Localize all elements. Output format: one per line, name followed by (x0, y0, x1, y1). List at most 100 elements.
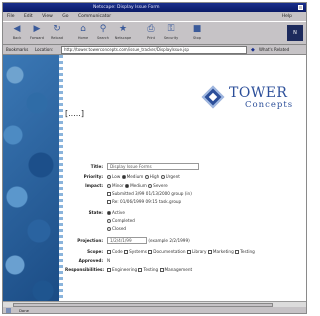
status-bar: Done (3, 307, 306, 314)
browser-brand-icon: N (287, 25, 303, 41)
menu-bar: File Edit View Go Communicator Help (3, 12, 306, 21)
responsibilities-label: Responsibilities: (65, 267, 105, 272)
location-label: Location: (35, 47, 54, 52)
scope-systems-label: Systems (129, 249, 147, 254)
scope-systems-checkbox[interactable] (124, 250, 129, 254)
title-label: Title: (90, 164, 103, 169)
priority-low-radio[interactable] (107, 175, 111, 179)
url-field[interactable]: http://tower.towerconcepts.com/issue_tra… (61, 46, 247, 54)
impact-medium-radio[interactable] (125, 184, 130, 188)
tower-concepts-logo: TOWER Concepts (201, 85, 301, 115)
whats-related-button[interactable]: What's Related (259, 45, 289, 55)
banner-edge (59, 55, 63, 301)
scope-testing-checkbox[interactable] (235, 250, 240, 254)
impact-minor-radio[interactable] (107, 184, 111, 188)
approved-value: N (107, 258, 111, 263)
scope-marketing-label: Marketing (212, 249, 234, 254)
netscape-button[interactable]: ★ Netscape (113, 24, 133, 44)
impact-detail-checkbox-2[interactable] (107, 200, 111, 204)
projection-input[interactable]: 1/2/4/1/99 (107, 237, 147, 244)
resp-engineering-checkbox[interactable] (107, 268, 111, 272)
priority-urgent-radio[interactable] (160, 175, 165, 179)
status-text: Done (19, 308, 29, 313)
security-button[interactable]: ⚿ Security (161, 24, 181, 44)
print-icon: ⎙ (147, 24, 155, 34)
menu-view[interactable]: View (42, 14, 53, 19)
state-active-radio[interactable] (107, 211, 111, 215)
impact-detail-text-1: Submitted 3/99 01/13/2000 group (in) (112, 191, 192, 196)
menu-help[interactable]: Help (282, 12, 292, 21)
scope-label: Scope: (87, 249, 103, 254)
scope-testing-label: Testing (240, 249, 255, 254)
impact-severe-label: Severe (153, 183, 168, 188)
scope-documentation-label: Documentation (153, 249, 186, 254)
resp-management-label: Management (164, 267, 193, 272)
location-bar: Bookmarks Location: http://tower.towerco… (3, 45, 306, 55)
decorative-side-banner (3, 55, 59, 301)
resp-management-checkbox[interactable] (159, 268, 164, 272)
projection-label: Projection: (77, 238, 103, 243)
impact-minor-label: Minor (112, 183, 124, 188)
priority-urgent-label: Urgent (165, 174, 180, 179)
menu-edit[interactable]: Edit (24, 14, 33, 19)
resp-testing-label: Testing (143, 267, 159, 272)
priority-high-radio[interactable] (144, 175, 149, 179)
state-completed-radio[interactable] (107, 219, 111, 223)
reload-button[interactable]: ↻ Reload (47, 24, 67, 44)
state-closed-radio[interactable] (107, 227, 111, 231)
stop-button[interactable]: ■ Stop (187, 24, 207, 44)
window-title: Netscape: Display Issue Form (93, 5, 160, 10)
impact-detail-checkbox-1[interactable] (107, 192, 111, 196)
scope-code-checkbox[interactable] (107, 250, 111, 254)
priority-label: Priority: (83, 174, 103, 179)
resp-engineering-label: Engineering (112, 267, 138, 272)
priority-high-label: High (149, 174, 160, 179)
reload-icon: ↻ (53, 24, 61, 34)
netscape-icon: ★ (118, 24, 128, 34)
scope-documentation-checkbox[interactable] (148, 250, 153, 254)
scope-marketing-checkbox[interactable] (207, 250, 212, 254)
priority-low-label: Low (112, 174, 121, 179)
state-active-label: Active (112, 210, 125, 215)
search-button[interactable]: ⚲ Search (93, 24, 113, 44)
search-icon: ⚲ (99, 24, 107, 34)
impact-medium-label: Medium (130, 183, 147, 188)
logo-word-concepts: Concepts (245, 100, 294, 110)
browser-window: Netscape: Display Issue Form File Edit V… (2, 2, 307, 314)
navigation-toolbar: ◀ Back ▶ Forward ↻ Reload ⌂ Home ⚲ Searc… (3, 21, 306, 45)
home-button[interactable]: ⌂ Home (73, 24, 93, 44)
scope-library-label: Library (191, 249, 207, 254)
menu-go[interactable]: Go (62, 14, 68, 19)
security-lock-icon[interactable] (6, 308, 11, 313)
forward-arrow-icon: ▶ (33, 24, 41, 34)
back-button[interactable]: ◀ Back (7, 24, 27, 44)
approved-label: Approved: (78, 258, 103, 263)
logo-word-tower: TOWER (229, 85, 288, 101)
menu-communicator[interactable]: Communicator (78, 14, 111, 19)
security-icon: ⚿ (167, 24, 175, 34)
back-arrow-icon: ◀ (13, 24, 21, 34)
home-icon: ⌂ (80, 24, 86, 34)
print-button[interactable]: ⎙ Print (141, 24, 161, 44)
state-completed-label: Completed (112, 218, 135, 223)
scope-code-label: Code (112, 249, 123, 254)
projection-hint: (example 2/2/1999) (148, 238, 190, 243)
priority-medium-radio[interactable] (121, 175, 126, 179)
state-label: State: (88, 210, 103, 215)
impact-detail-text-2: Re: 01/06/1999 09:15 task.group (112, 199, 182, 204)
resp-testing-checkbox[interactable] (138, 268, 143, 272)
stop-icon: ■ (192, 24, 202, 34)
title-bar: Netscape: Display Issue Form (3, 3, 306, 12)
page-title: [.....] (65, 109, 84, 118)
bookmarks-button[interactable]: Bookmarks (6, 45, 28, 55)
page-content: TOWER Concepts [.....] Title: Display Is… (3, 55, 306, 301)
scope-library-checkbox[interactable] (186, 250, 191, 254)
impact-severe-radio[interactable] (148, 184, 153, 188)
priority-medium-label: Medium (126, 174, 144, 179)
menu-file[interactable]: File (7, 14, 15, 19)
title-input[interactable]: Display Issue Forms (107, 163, 199, 170)
related-icon[interactable]: ◆ (251, 47, 255, 53)
window-control-icon[interactable] (298, 5, 303, 10)
forward-button[interactable]: ▶ Forward (27, 24, 47, 44)
state-closed-label: Closed (112, 226, 127, 231)
